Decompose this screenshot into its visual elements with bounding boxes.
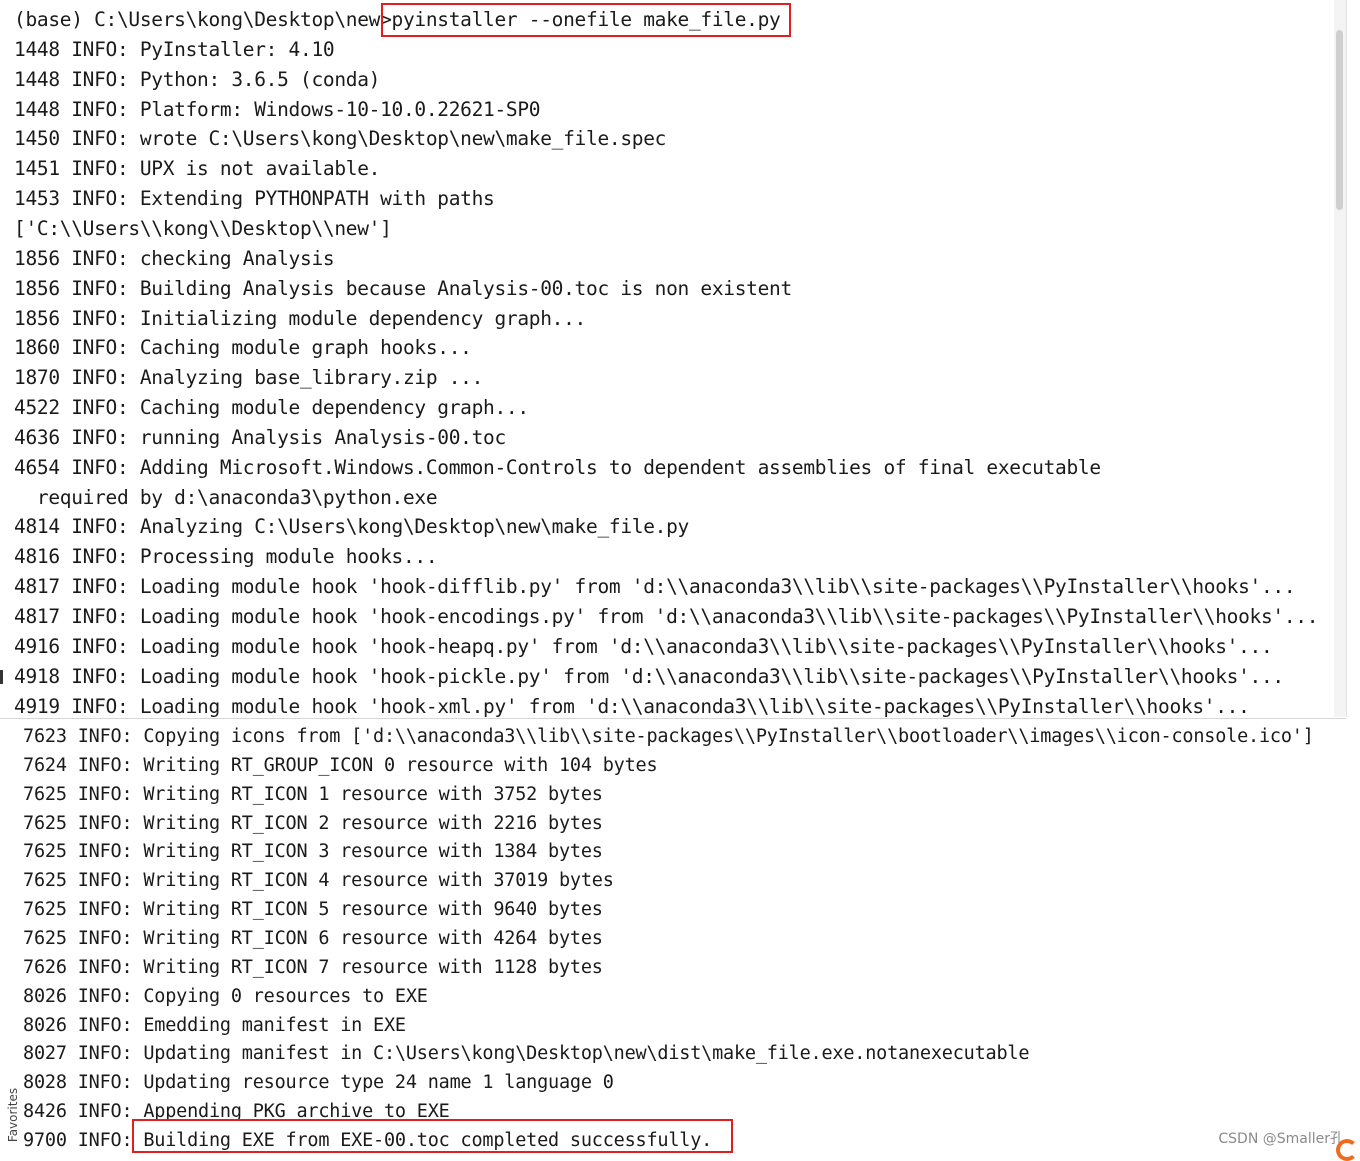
log-line: 7625 INFO: Writing RT_ICON 3 resource wi… <box>23 841 603 863</box>
log-line: 4636 INFO: running Analysis Analysis-00.… <box>14 425 506 449</box>
console-output-bottom: 7623 INFO: Copying icons from ['d:\\anac… <box>0 718 1346 1156</box>
log-line: 4654 INFO: Adding Microsoft.Windows.Comm… <box>14 455 1101 479</box>
log-line: 1448 INFO: PyInstaller: 4.10 <box>14 37 335 61</box>
log-line: 1856 INFO: Building Analysis because Ana… <box>14 276 792 300</box>
favorites-tab[interactable]: Favorites <box>6 1088 20 1142</box>
log-line: 7625 INFO: Writing RT_ICON 1 resource wi… <box>23 783 603 805</box>
log-line: 4817 INFO: Loading module hook 'hook-dif… <box>14 575 1296 599</box>
log-line: 4814 INFO: Analyzing C:\Users\kong\Deskt… <box>14 515 689 539</box>
log-line: 8026 INFO: Copying 0 resources to EXE <box>23 985 428 1007</box>
log-line: 1453 INFO: Extending PYTHONPATH with pat… <box>14 187 495 211</box>
log-line: 4817 INFO: Loading module hook 'hook-enc… <box>14 605 1319 628</box>
log-line: 8026 INFO: Emedding manifest in EXE <box>23 1014 406 1036</box>
watermark-text: CSDN @Smaller孔 <box>1218 1131 1344 1147</box>
command-highlight-box <box>381 3 791 37</box>
console-output-top: (base) C:\Users\kong\Desktop\new>pyinsta… <box>0 0 1347 717</box>
log-line: 1451 INFO: UPX is not available. <box>14 157 381 181</box>
vertical-scrollbar-top[interactable] <box>1334 0 1346 717</box>
log-line: required by d:\anaconda3\python.exe <box>14 485 438 509</box>
log-line: 4919 INFO: Loading module hook 'hook-xml… <box>14 694 1250 717</box>
log-line: 7623 INFO: Copying icons from ['d:\\anac… <box>23 726 1314 747</box>
log-line: 7625 INFO: Writing RT_ICON 2 resource wi… <box>23 812 603 834</box>
log-line: 1860 INFO: Caching module graph hooks... <box>14 336 472 360</box>
log-line: 4916 INFO: Loading module hook 'hook-hea… <box>14 634 1273 658</box>
log-line: ['C:\\Users\\kong\\Desktop\\new'] <box>14 216 392 240</box>
log-line: 8028 INFO: Updating resource type 24 nam… <box>23 1072 614 1094</box>
log-line: 1450 INFO: wrote C:\Users\kong\Desktop\n… <box>14 127 667 151</box>
log-line: 4816 INFO: Processing module hooks... <box>14 545 438 569</box>
log-line: 8027 INFO: Updating manifest in C:\Users… <box>23 1043 1030 1065</box>
log-line: 7625 INFO: Writing RT_ICON 6 resource wi… <box>23 927 603 949</box>
log-line: 1856 INFO: Initializing module dependenc… <box>14 306 587 330</box>
log-line: 1448 INFO: Python: 3.6.5 (conda) <box>14 67 381 91</box>
log-line: 7624 INFO: Writing RT_GROUP_ICON 0 resou… <box>23 754 658 776</box>
log-line: 1856 INFO: checking Analysis <box>14 246 335 270</box>
log-line: 4522 INFO: Caching module dependency gra… <box>14 396 529 420</box>
success-highlight-box <box>132 1119 733 1153</box>
gutter-marker <box>0 670 3 684</box>
log-line: 4918 INFO: Loading module hook 'hook-pic… <box>14 664 1284 688</box>
log-line: 7625 INFO: Writing RT_ICON 4 resource wi… <box>23 870 614 892</box>
scrollbar-thumb-top[interactable] <box>1336 30 1343 210</box>
log-line: 1870 INFO: Analyzing base_library.zip ..… <box>14 366 484 390</box>
log-line: 1448 INFO: Platform: Windows-10-10.0.226… <box>14 97 541 121</box>
corner-logo-icon <box>1336 1139 1358 1161</box>
log-line: 7625 INFO: Writing RT_ICON 5 resource wi… <box>23 899 603 921</box>
log-line: 7626 INFO: Writing RT_ICON 7 resource wi… <box>23 956 603 978</box>
